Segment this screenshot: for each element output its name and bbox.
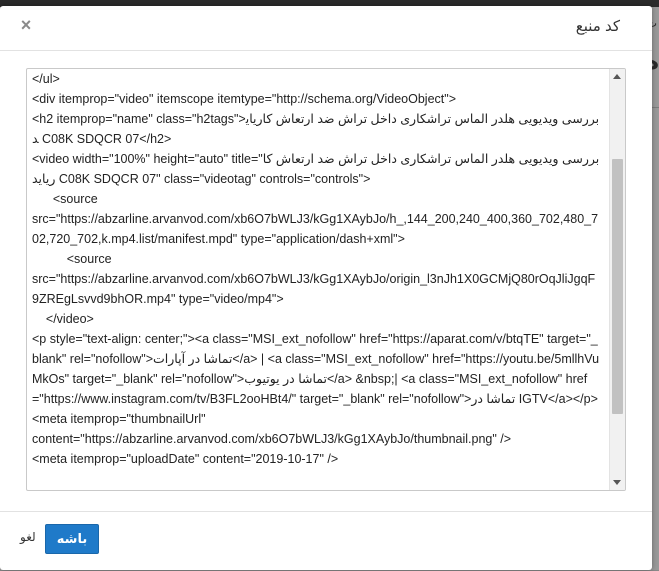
source-code-line: </ul>	[32, 72, 60, 86]
source-code-line: <meta itemprop="uploadDate" content="201…	[32, 452, 339, 466]
vertical-scrollbar[interactable]	[609, 69, 625, 490]
source-code-dialog: × کد منبع </ul> <div itemprop="video" ite…	[0, 6, 652, 570]
scroll-up-icon[interactable]	[613, 74, 621, 79]
dialog-footer: لغو باشه	[0, 511, 652, 571]
scroll-down-icon[interactable]	[613, 480, 621, 485]
scrollbar-thumb[interactable]	[612, 159, 623, 414]
source-code-content[interactable]: </ul> <div itemprop="video" itemscope ite…	[32, 69, 602, 469]
dialog-title: کد منبع	[575, 18, 620, 35]
ok-button[interactable]: باشه	[45, 524, 99, 554]
background-divider	[652, 107, 659, 108]
cancel-button[interactable]: لغو	[20, 530, 36, 544]
source-code-line: src="https://abzarline.arvanvod.com/xb6O…	[32, 272, 596, 306]
source-code-line: <video width="100%" height="auto" title=…	[32, 152, 600, 186]
source-code-textarea[interactable]: </ul> <div itemprop="video" itemscope ite…	[26, 68, 626, 491]
source-code-line: src="https://abzarline.arvanvod.com/xb6O…	[32, 212, 599, 246]
source-code-line: <h2 itemprop="name" class="h2tags">بررسی…	[32, 112, 600, 146]
source-code-line: <meta itemprop="thumbnailUrl"	[32, 412, 206, 426]
dialog-body: </ul> <div itemprop="video" itemscope ite…	[0, 51, 652, 511]
source-code-line: <source	[32, 252, 112, 266]
source-code-line: <source	[32, 192, 98, 206]
source-code-line: <div itemprop="video" itemscope itemtype…	[32, 92, 456, 106]
source-code-line: </video>	[32, 312, 94, 326]
dialog-header: × کد منبع	[0, 6, 652, 51]
source-code-line: content="https://abzarline.arvanvod.com/…	[32, 432, 512, 446]
close-icon[interactable]: ×	[16, 14, 36, 36]
source-code-line: <p style="text-align: center;"><a class=…	[32, 332, 600, 406]
